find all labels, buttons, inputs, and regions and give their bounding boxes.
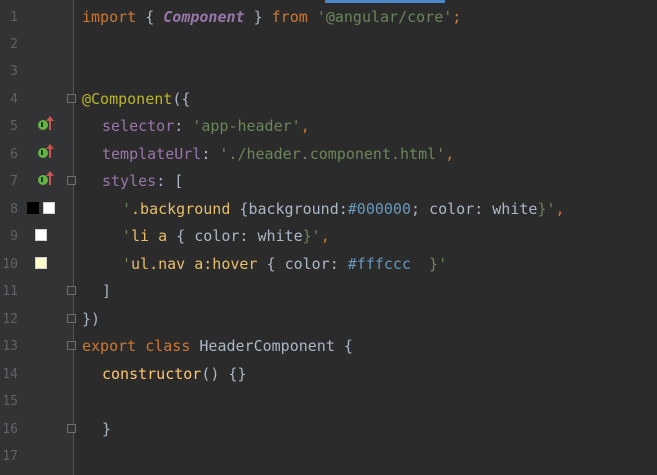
line-number: 6 — [10, 147, 18, 162]
implemented-marker-icon[interactable] — [38, 175, 48, 185]
line-number: 9 — [10, 229, 18, 244]
code-text: import { Component } from '@angular/core… — [82, 8, 462, 26]
navigate-up-arrow-icon[interactable] — [46, 171, 54, 185]
line-number: 1 — [10, 10, 18, 25]
line-number: 13 — [2, 339, 18, 354]
line-number: 17 — [2, 449, 18, 464]
implemented-marker-icon[interactable] — [38, 120, 48, 130]
code-text: styles: [ — [102, 172, 184, 190]
active-tab-indicator — [325, 0, 445, 3]
color-swatch-white-icon[interactable] — [35, 229, 47, 241]
code-text: '.background {background:#000000; color:… — [122, 200, 565, 218]
fold-toggle-icon[interactable] — [67, 176, 76, 185]
line-number: 15 — [2, 394, 18, 409]
line-number: 12 — [2, 312, 18, 327]
line-number: 10 — [2, 257, 18, 272]
code-line-10[interactable]: 10 'ul.nav a:hover { color: #fffccc }' — [0, 251, 657, 278]
fold-end-icon[interactable] — [67, 424, 76, 433]
code-text: export class HeaderComponent { — [82, 337, 353, 355]
color-swatch-white-icon[interactable] — [43, 202, 55, 214]
code-line-14[interactable]: 14 constructor() {} — [0, 361, 657, 388]
line-number: 7 — [10, 174, 18, 189]
code-line-16[interactable]: 16 } — [0, 416, 657, 443]
code-line-5[interactable]: 5 selector: 'app-header', — [0, 113, 657, 140]
navigate-up-arrow-icon[interactable] — [46, 116, 54, 130]
line-number: 8 — [10, 202, 18, 217]
code-line-17[interactable]: 17 — [0, 443, 657, 470]
code-text: selector: 'app-header', — [102, 117, 310, 135]
fold-toggle-icon[interactable] — [67, 341, 76, 350]
code-text: } — [102, 420, 112, 438]
line-number: 14 — [2, 367, 18, 382]
code-line-9[interactable]: 9 'li a { color: white}', — [0, 223, 657, 250]
navigate-up-arrow-icon[interactable] — [46, 144, 54, 158]
fold-end-icon[interactable] — [67, 286, 76, 295]
line-number: 16 — [2, 422, 18, 437]
code-line-1[interactable]: 1 import { Component } from '@angular/co… — [0, 4, 657, 31]
line-number: 5 — [10, 119, 18, 134]
code-text: 'li a { color: white}', — [122, 227, 330, 245]
fold-end-icon[interactable] — [67, 314, 76, 323]
code-text: templateUrl: './header.component.html', — [102, 145, 455, 163]
code-line-13[interactable]: 13 export class HeaderComponent { — [0, 333, 657, 360]
code-line-6[interactable]: 6 templateUrl: './header.component.html'… — [0, 141, 657, 168]
code-text: constructor() {} — [102, 365, 247, 383]
line-number: 2 — [10, 37, 18, 52]
line-number: 4 — [10, 92, 18, 107]
code-line-4[interactable]: 4 @Component({ — [0, 86, 657, 113]
line-number: 3 — [10, 64, 18, 79]
code-line-2[interactable]: 2 — [0, 31, 657, 58]
implemented-marker-icon[interactable] — [38, 148, 48, 158]
color-swatch-black-icon[interactable] — [27, 202, 39, 214]
code-line-12[interactable]: 12 }) — [0, 306, 657, 333]
code-line-7[interactable]: 7 styles: [ — [0, 168, 657, 195]
code-line-15[interactable]: 15 — [0, 388, 657, 415]
fold-toggle-icon[interactable] — [67, 94, 76, 103]
code-line-11[interactable]: 11 ] — [0, 278, 657, 305]
code-line-3[interactable]: 3 — [0, 58, 657, 85]
line-number: 11 — [2, 284, 18, 299]
code-text: 'ul.nav a:hover { color: #fffccc }' — [122, 255, 448, 273]
code-text: @Component({ — [82, 90, 191, 108]
code-text: }) — [82, 310, 101, 328]
code-line-8[interactable]: 8 '.background {background:#000000; colo… — [0, 196, 657, 223]
code-text: ] — [102, 282, 112, 300]
color-swatch-cream-icon[interactable] — [35, 257, 47, 269]
